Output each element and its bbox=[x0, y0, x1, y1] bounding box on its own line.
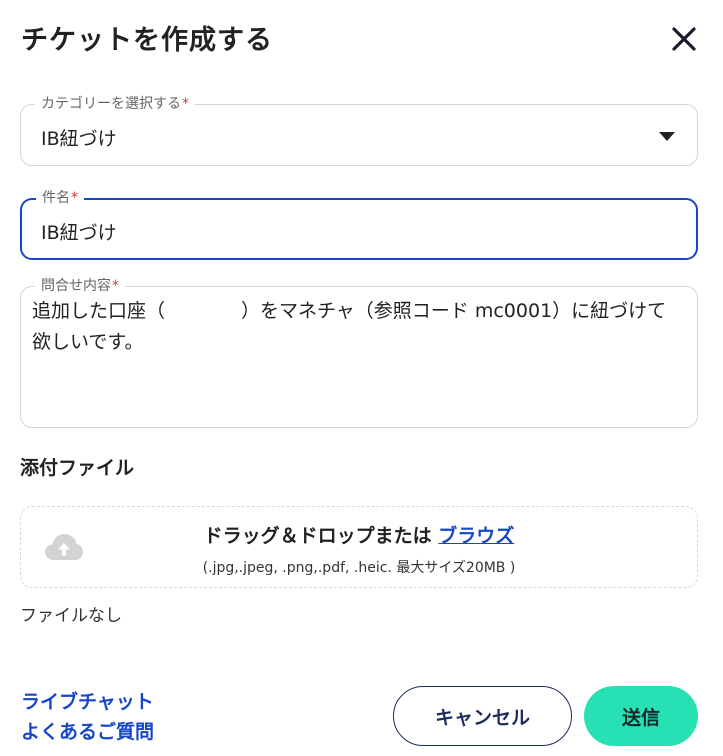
close-button[interactable] bbox=[669, 24, 699, 54]
inquiry-textarea[interactable]: 問合せ内容* 追加した口座（ ）をマネチャ（参照コード mc0001）に紐づけて… bbox=[20, 277, 698, 428]
subject-input[interactable]: 件名* IB紐づけ bbox=[20, 189, 698, 260]
live-chat-link[interactable]: ライブチャット bbox=[21, 687, 154, 714]
inquiry-value: 追加した口座（ ）をマネチャ（参照コード mc0001）に紐づけて欲しいです。 bbox=[32, 300, 667, 353]
close-icon bbox=[672, 27, 696, 51]
required-mark: * bbox=[182, 96, 189, 112]
attachment-section-title: 添付ファイル bbox=[20, 457, 135, 479]
file-type-hint: (.jpg,.jpeg, .png,.pdf, .heic. 最大サイズ20MB… bbox=[202, 560, 516, 576]
dropzone-text: ドラッグ＆ドロップまたは ブラウズ bbox=[203, 525, 515, 547]
category-select[interactable]: カテゴリーを選択する* IB紐づけ bbox=[20, 95, 698, 166]
category-selected-value: IB紐づけ bbox=[41, 128, 117, 150]
caret-down-icon bbox=[659, 132, 675, 141]
browse-link[interactable]: ブラウズ bbox=[438, 525, 514, 547]
subject-value: IB紐づけ bbox=[41, 222, 117, 244]
required-mark: * bbox=[112, 278, 119, 294]
subject-label: 件名* bbox=[36, 189, 84, 207]
faq-link[interactable]: よくあるご質問 bbox=[21, 717, 154, 744]
required-mark: * bbox=[71, 190, 78, 206]
modal-title: チケットを作成する bbox=[21, 25, 273, 56]
submit-button[interactable]: 送信 bbox=[584, 686, 698, 746]
file-dropzone[interactable]: ドラッグ＆ドロップまたは ブラウズ (.jpg,.jpeg, .png,.pdf… bbox=[20, 506, 698, 588]
inquiry-label: 問合せ内容* bbox=[35, 277, 125, 295]
cancel-button[interactable]: キャンセル bbox=[393, 686, 572, 746]
no-file-text: ファイルなし bbox=[20, 606, 122, 626]
category-label: カテゴリーを選択する* bbox=[35, 95, 195, 113]
